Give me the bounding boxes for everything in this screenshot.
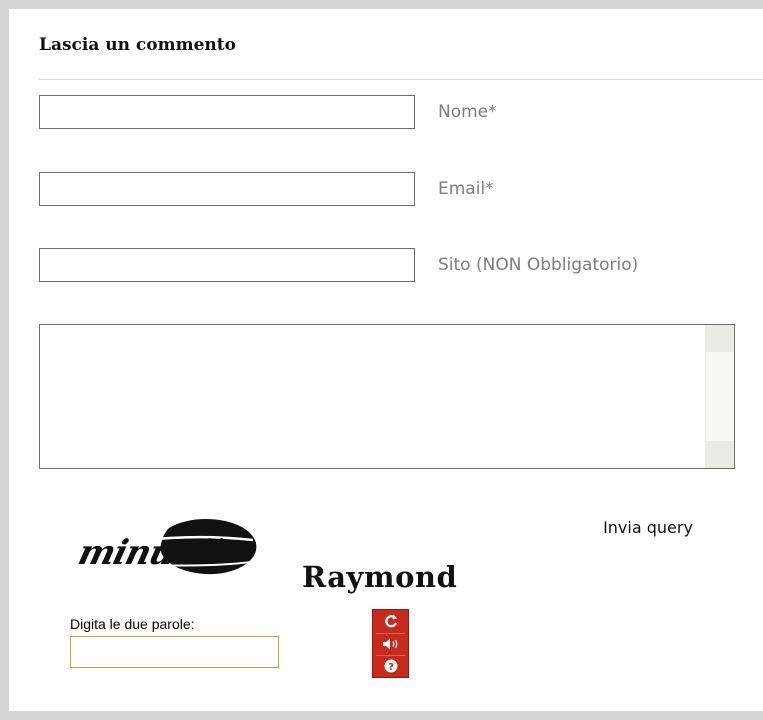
refresh-captcha-button[interactable] [376,611,405,631]
name-field[interactable] [39,95,415,129]
title-divider [39,79,763,80]
comment-textarea[interactable] [39,324,735,469]
email-field[interactable] [39,172,415,206]
comment-scrollbar[interactable] [705,325,734,468]
captcha-distorted-word-image: minuniic [77,518,266,575]
speaker-icon [382,638,397,650]
submit-button[interactable]: Invia query [587,515,709,539]
help-captcha-button[interactable]: ? [376,655,405,676]
site-field[interactable] [39,248,415,282]
help-icon: ? [384,659,397,673]
scroll-up-button[interactable] [706,325,734,352]
form-title: Lascia un commento [39,35,236,55]
svg-text:?: ? [388,662,394,673]
captcha-toolbar: ? [372,609,409,678]
scroll-down-button[interactable] [706,441,734,468]
captcha-input[interactable] [70,636,279,668]
refresh-icon [384,614,397,628]
captcha-word-2: Raymond [302,560,458,594]
email-label: Email* [438,179,494,199]
site-label: Sito (NON Obbligatorio) [438,255,639,275]
name-label: Nome* [438,102,497,122]
audio-captcha-button[interactable] [376,633,405,654]
captcha-prompt: Digita le due parole: [70,616,195,632]
comment-form-panel: Lascia un commento Nome* Email* Sito (NO… [9,9,763,711]
